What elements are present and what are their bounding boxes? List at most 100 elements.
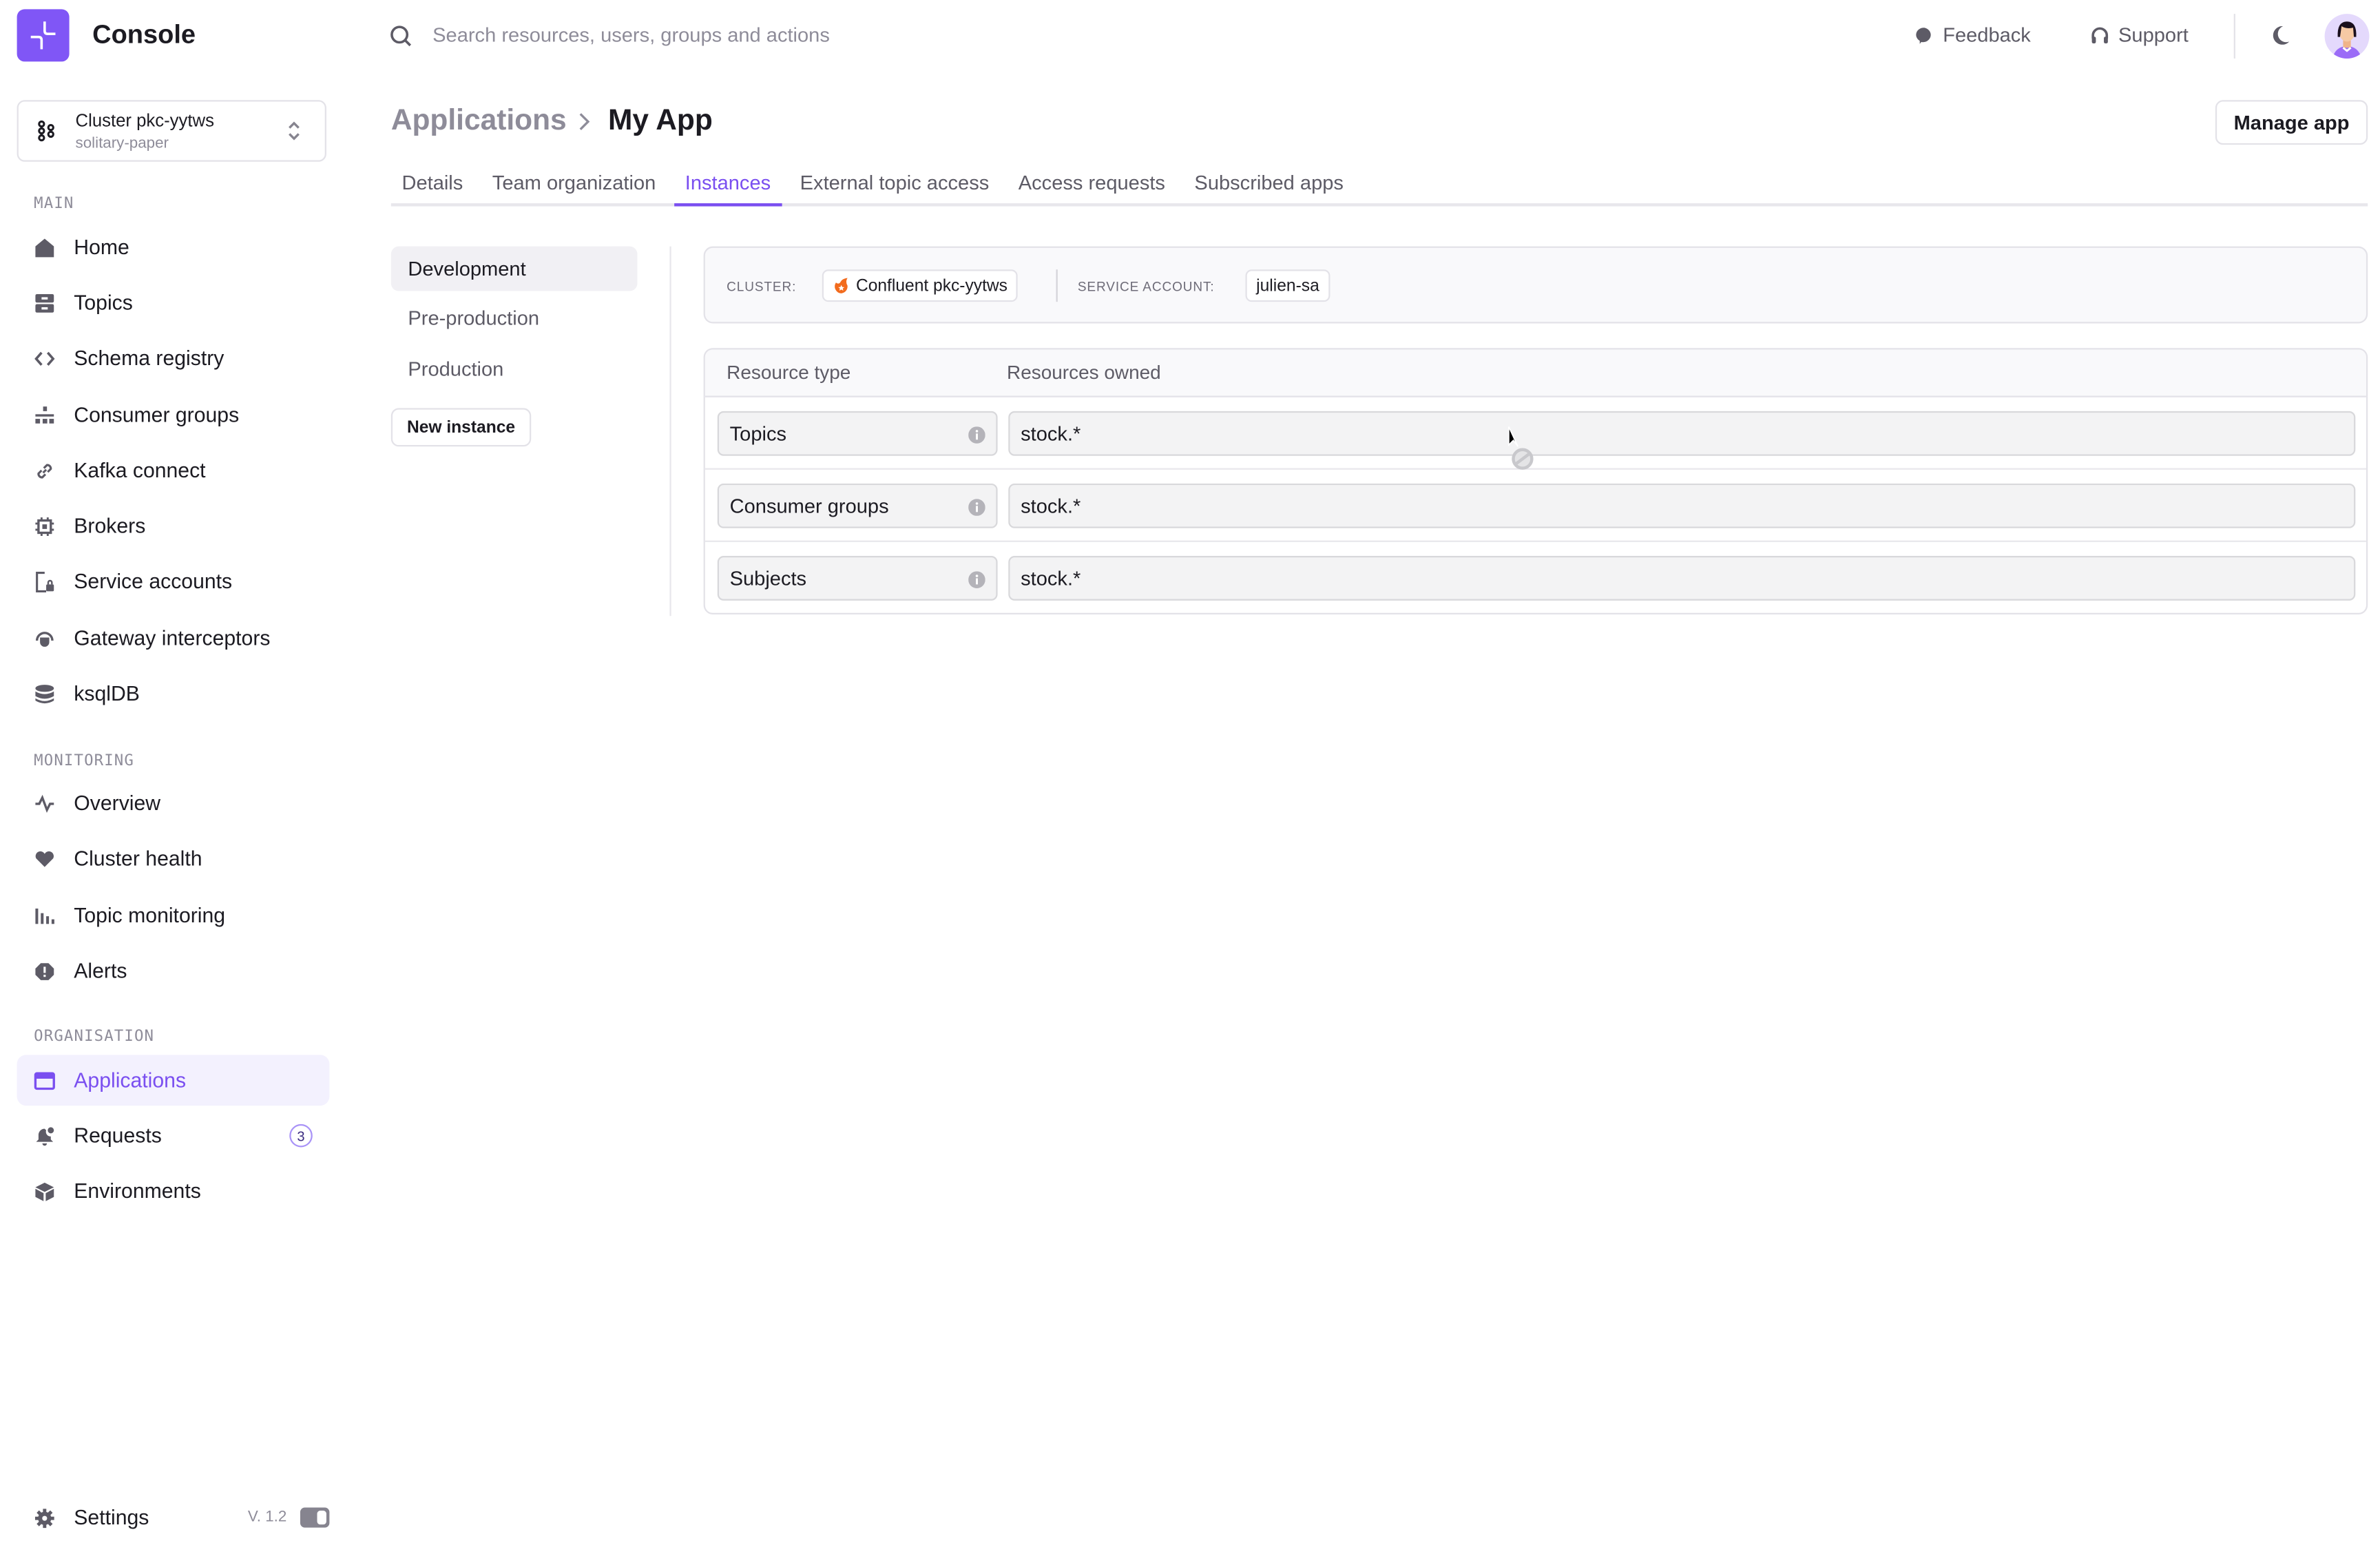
requests-count-badge: 3 — [289, 1123, 313, 1148]
sidebar-item-label: Consumer groups — [74, 403, 240, 427]
tab-instances[interactable]: Instances — [674, 160, 782, 207]
tab-external-topic-access[interactable]: External topic access — [789, 160, 1000, 203]
resources-owned-field[interactable]: stock.* — [1008, 556, 2356, 601]
link-icon — [34, 459, 55, 481]
feedback-label: Feedback — [1943, 23, 2031, 47]
sidebar-collapse-toggle[interactable] — [300, 1507, 330, 1528]
sidebar-item-home[interactable]: Home — [17, 222, 330, 273]
resources-table: Resource type Resources owned Topics sto… — [703, 348, 2368, 614]
info-divider — [1056, 269, 1058, 302]
alert-icon — [34, 960, 55, 982]
version-label: V. 1.2 — [247, 1509, 287, 1526]
table-row: Subjects stock.* — [705, 542, 2366, 613]
new-instance-button[interactable]: New instance — [390, 408, 532, 447]
sidebar-item-service-accounts[interactable]: Service accounts — [17, 556, 330, 607]
chat-bubble-icon — [1915, 25, 1934, 44]
sidebar-item-topics[interactable]: Topics — [17, 277, 330, 328]
window-icon — [34, 1070, 55, 1091]
cluster-selector[interactable]: Cluster pkc-yytws solitary-paper — [17, 100, 326, 162]
support-label: Support — [2118, 23, 2189, 47]
instance-pre-production[interactable]: Pre-production — [391, 296, 638, 340]
sidebar-item-label: Topic monitoring — [74, 904, 226, 927]
instance-development[interactable]: Development — [390, 246, 638, 291]
tab-bar: Details Team organization Instances Exte… — [390, 160, 2368, 207]
heart-icon — [34, 848, 55, 869]
chevron-right-icon — [576, 111, 591, 140]
table-row: Consumer groups stock.* — [704, 470, 2366, 542]
info-icon[interactable] — [968, 497, 985, 521]
sidebar-item-consumer-groups[interactable]: Consumer groups — [17, 390, 330, 441]
tab-details[interactable]: Details — [391, 160, 474, 203]
resource-type-field[interactable]: Topics — [717, 411, 998, 456]
resource-type-value: Subjects — [729, 566, 807, 590]
avatar[interactable] — [2324, 14, 2370, 59]
bar-chart-icon — [34, 904, 55, 926]
cluster-chip[interactable]: Confluent pkc-yytws — [822, 269, 1019, 302]
sidebar-item-applications[interactable]: Applications — [17, 1055, 330, 1106]
tab-access-requests[interactable]: Access requests — [1008, 160, 1176, 203]
sidebar-item-topic-monitoring[interactable]: Topic monitoring — [17, 890, 330, 941]
section-label-main: MAIN — [34, 195, 74, 213]
sidebar-item-requests[interactable]: Requests 3 — [17, 1110, 330, 1161]
sidebar-item-label: ksqlDB — [74, 682, 140, 705]
headphones-icon — [2091, 25, 2109, 44]
app-name: Console — [92, 20, 196, 50]
service-account-chip[interactable]: julien-sa — [1245, 269, 1330, 302]
sidebar-item-ksqldb[interactable]: ksqlDB — [17, 668, 330, 719]
hierarchy-icon — [34, 404, 55, 426]
search-input[interactable]: Search resources, users, groups and acti… — [432, 23, 830, 47]
sidebar-item-label: Schema registry — [74, 346, 225, 370]
manage-app-button[interactable]: Manage app — [2215, 100, 2368, 145]
kafka-icon — [37, 120, 56, 149]
cluster-label: CLUSTER: — [727, 278, 797, 294]
resources-owned-field[interactable]: stock.* — [1008, 411, 2356, 456]
breadcrumb-applications-link[interactable]: Applications — [391, 105, 567, 138]
sidebar-item-brokers[interactable]: Brokers — [17, 501, 330, 552]
sidebar-item-settings[interactable]: Settings — [17, 1492, 233, 1543]
home-icon — [34, 236, 55, 258]
sidebar-item-kafka-connect[interactable]: Kafka connect — [17, 445, 330, 496]
table-header: Resource type Resources owned — [704, 349, 2366, 397]
user-avatar-icon — [2332, 21, 2362, 59]
console-logo[interactable] — [17, 9, 70, 62]
sidebar-item-overview[interactable]: Overview — [17, 778, 330, 829]
resource-type-value: Consumer groups — [729, 494, 889, 518]
sidebar-item-environments[interactable]: Environments — [17, 1166, 330, 1216]
sidebar-item-label: Kafka connect — [74, 459, 206, 482]
sidebar-item-label: Brokers — [74, 514, 146, 538]
sidebar-item-label: Home — [74, 236, 129, 259]
gear-icon — [34, 1506, 55, 1528]
instance-production[interactable]: Production — [391, 346, 638, 391]
resource-type-field[interactable]: Subjects — [717, 556, 998, 601]
chip-icon — [34, 515, 55, 537]
cluster-subtitle: solitary-paper — [75, 135, 169, 153]
not-allowed-cursor-icon — [1507, 426, 1541, 480]
sidebar-item-label: Alerts — [74, 959, 127, 983]
sidebar-item-label: Gateway interceptors — [74, 626, 271, 650]
tab-team-organization[interactable]: Team organization — [481, 160, 667, 203]
info-icon[interactable] — [968, 570, 985, 593]
service-account-icon — [34, 570, 55, 592]
confluent-icon — [833, 277, 850, 294]
toggle-knob — [317, 1511, 326, 1525]
bell-icon — [34, 1125, 55, 1146]
pulse-icon — [34, 792, 55, 814]
resources-owned-field[interactable]: stock.* — [1008, 483, 2356, 528]
sidebar-item-gateway-interceptors[interactable]: Gateway interceptors — [17, 613, 330, 664]
page-title: My App — [608, 105, 713, 137]
sidebar-item-alerts[interactable]: Alerts — [17, 946, 330, 997]
info-icon[interactable] — [968, 425, 985, 448]
panel-divider — [669, 246, 671, 617]
sidebar-item-label: Applications — [74, 1068, 187, 1092]
cluster-value: Confluent pkc-yytws — [855, 276, 1008, 296]
resource-type-field[interactable]: Consumer groups — [717, 483, 998, 528]
support-button[interactable]: Support — [2091, 23, 2189, 47]
moon-icon[interactable] — [2269, 25, 2290, 54]
cube-icon — [34, 1181, 55, 1202]
sidebar-item-cluster-health[interactable]: Cluster health — [17, 833, 330, 884]
feedback-button[interactable]: Feedback — [1915, 23, 2031, 47]
tab-subscribed-apps[interactable]: Subscribed apps — [1184, 160, 1355, 203]
service-account-label: SERVICE ACCOUNT: — [1077, 278, 1215, 294]
sidebar-item-schema-registry[interactable]: Schema registry — [17, 333, 330, 384]
code-icon — [34, 347, 55, 369]
